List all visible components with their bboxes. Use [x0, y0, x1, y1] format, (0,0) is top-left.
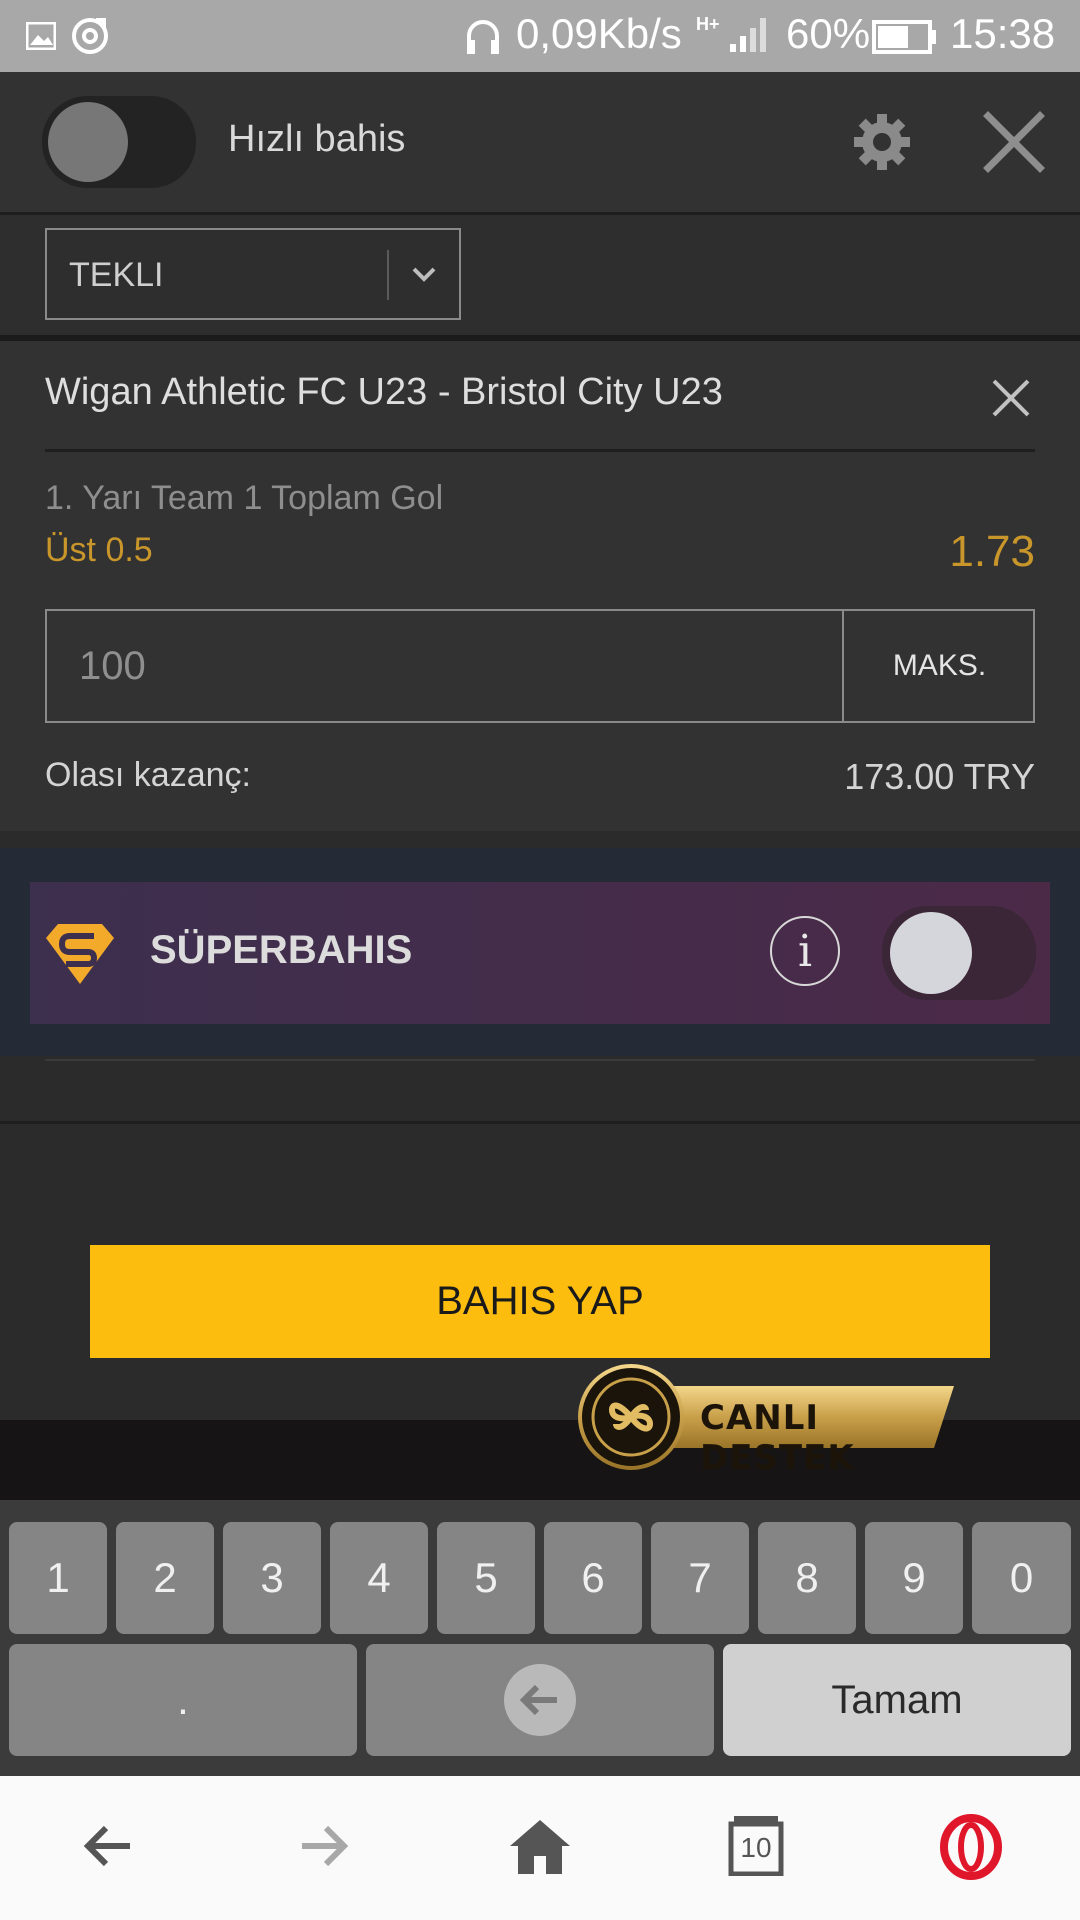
max-stake-button[interactable]: MAKS.: [842, 611, 1035, 721]
key-5[interactable]: 5: [437, 1522, 535, 1634]
image-icon: [26, 22, 56, 50]
place-bet-button[interactable]: BAHIS YAP: [90, 1245, 990, 1358]
key-done[interactable]: Tamam: [723, 1644, 1071, 1756]
divider: [0, 1121, 1080, 1124]
forward-arrow-icon[interactable]: [296, 1818, 352, 1874]
battery-icon: [872, 20, 936, 54]
support-label: CANLI DESTEK: [700, 1398, 855, 1478]
select-divider: [387, 250, 389, 300]
bet-type-value: TEKLI: [69, 256, 164, 294]
bet-type-row: TEKLI: [0, 215, 1080, 341]
key-2[interactable]: 2: [116, 1522, 214, 1634]
bet-type-select[interactable]: TEKLI: [45, 228, 461, 320]
superbahis-toggle-knob: [890, 912, 972, 994]
info-icon[interactable]: i: [770, 916, 840, 986]
headphones-icon: [467, 20, 499, 54]
superbahis-bar: SÜPERBAHIS i: [30, 882, 1050, 1024]
divider: [45, 1059, 1035, 1061]
opera-icon[interactable]: [940, 1814, 1002, 1880]
key-backspace[interactable]: [366, 1644, 714, 1756]
back-arrow-icon[interactable]: [80, 1818, 136, 1874]
net-speed: 0,09Kb/s: [516, 10, 682, 57]
signal-icon: [730, 18, 766, 52]
numeric-keyboard: 1 2 3 4 5 6 7 8 9 0 . Tamam: [0, 1500, 1080, 1776]
bet-slip-header: Hızlı bahis: [0, 72, 1080, 215]
key-4[interactable]: 4: [330, 1522, 428, 1634]
support-logo-icon: [608, 1402, 654, 1432]
superbahis-logo-icon: [46, 924, 114, 984]
stake-input[interactable]: [47, 611, 842, 721]
clock: 15:38: [950, 10, 1056, 57]
quick-bet-toggle[interactable]: [42, 96, 196, 188]
gear-icon[interactable]: [852, 112, 912, 172]
key-0[interactable]: 0: [972, 1522, 1071, 1634]
tab-count: 10: [740, 1832, 772, 1863]
key-decimal[interactable]: .: [9, 1644, 357, 1756]
quick-bet-toggle-knob: [48, 102, 128, 182]
live-support-button[interactable]: CANLI DESTEK: [578, 1364, 958, 1478]
battery-percent: 60%: [786, 10, 871, 57]
market-name: 1. Yarı Team 1 Toplam Gol: [45, 479, 444, 517]
chevron-down-icon: [412, 267, 436, 282]
backspace-icon: [504, 1664, 576, 1736]
key-3[interactable]: 3: [223, 1522, 321, 1634]
remove-bet-icon[interactable]: [990, 377, 1032, 419]
close-icon[interactable]: [982, 110, 1046, 174]
key-6[interactable]: 6: [544, 1522, 642, 1634]
network-type: H+: [696, 14, 720, 34]
stake-field-group: MAKS.: [45, 609, 1035, 723]
odds-value: 1.73: [949, 527, 1035, 576]
bet-card: Wigan Athletic FC U23 - Bristol City U23…: [0, 341, 1080, 831]
payout-value: 173.00 TRY: [844, 756, 1035, 797]
sync-icon: [72, 18, 108, 54]
divider: [45, 449, 1035, 452]
tabs-button[interactable]: 10: [728, 1814, 784, 1876]
home-icon[interactable]: [508, 1816, 572, 1876]
key-7[interactable]: 7: [651, 1522, 749, 1634]
superbahis-label: SÜPERBAHIS: [150, 928, 413, 972]
key-9[interactable]: 9: [865, 1522, 963, 1634]
payout-label: Olası kazanç:: [45, 756, 251, 794]
key-1[interactable]: 1: [9, 1522, 107, 1634]
status-bar: 0,09Kb/s H+ 60% 15:38: [0, 0, 1080, 72]
selection-name: Üst 0.5: [45, 531, 153, 569]
quick-bet-label: Hızlı bahis: [228, 118, 406, 160]
key-8[interactable]: 8: [758, 1522, 856, 1634]
browser-nav-bar: 10: [0, 1776, 1080, 1920]
match-title: Wigan Athletic FC U23 - Bristol City U23: [45, 371, 723, 413]
superbahis-section: SÜPERBAHIS i: [0, 848, 1080, 1056]
superbahis-toggle[interactable]: [882, 906, 1036, 1000]
